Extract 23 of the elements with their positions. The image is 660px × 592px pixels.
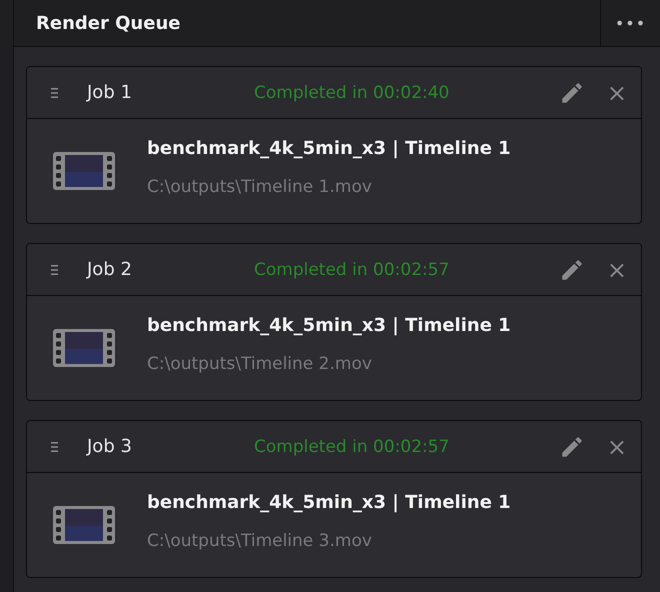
- job-status: Completed in 00:02:57: [254, 260, 450, 280]
- output-path: C:\outputs\Timeline 1.mov: [147, 176, 373, 196]
- drag-handle-icon[interactable]: [50, 86, 60, 98]
- job-title: benchmark_4k_5min_x3 | Timeline 1: [147, 314, 511, 336]
- film-clip-icon: [53, 329, 115, 367]
- close-button[interactable]: ×: [606, 78, 627, 106]
- close-button[interactable]: ×: [606, 256, 627, 284]
- output-path: C:\outputs\Timeline 2.mov: [147, 354, 373, 374]
- job-status: Completed in 00:02:40: [254, 82, 450, 102]
- film-clip-icon: [53, 506, 115, 544]
- film-clip-icon: [53, 152, 115, 190]
- job-title: benchmark_4k_5min_x3 | Timeline 1: [147, 492, 511, 512]
- job-name: Job 2: [87, 259, 133, 280]
- drag-handle-icon[interactable]: [50, 440, 60, 452]
- job-title: benchmark_4k_5min_x3 | Timeline 1: [147, 138, 511, 158]
- close-button[interactable]: ×: [606, 432, 627, 460]
- job-name: Job 3: [87, 436, 133, 457]
- more-menu-button[interactable]: •••: [600, 0, 660, 46]
- output-path: C:\outputs\Timeline 3.mov: [147, 530, 373, 550]
- job-name: Job 1: [87, 82, 133, 103]
- panel-title: Render Queue: [35, 12, 182, 34]
- drag-handle-icon[interactable]: [50, 264, 60, 276]
- job-status: Completed in 00:02:57: [254, 436, 450, 456]
